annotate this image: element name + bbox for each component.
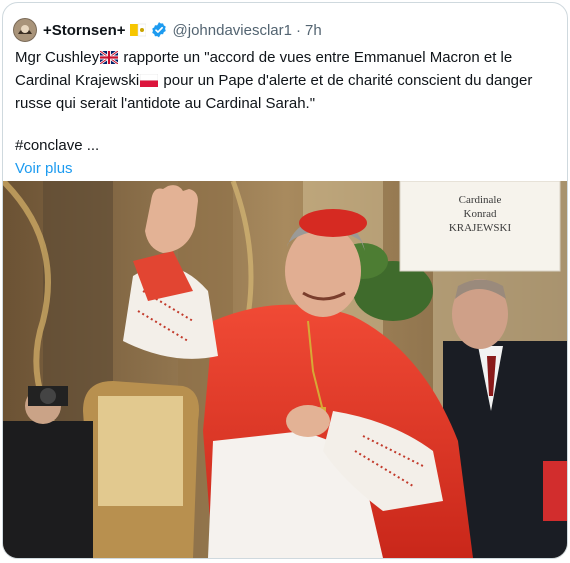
hashtag-line[interactable]: #conclave ...	[15, 135, 555, 156]
sign-line-1: Cardinale	[458, 194, 502, 206]
uk-flag-icon	[99, 49, 119, 70]
avatar[interactable]	[13, 18, 37, 42]
poland-flag-icon	[139, 72, 159, 93]
vatican-flag-icon	[129, 23, 146, 37]
tweet-text: Mgr Cushley rapporte un "accord de vues …	[15, 47, 555, 179]
author-handle[interactable]: @johndaviesclar1	[173, 22, 292, 39]
sign-line-2: Konrad	[463, 208, 497, 220]
dot-separator: ·	[296, 21, 301, 39]
tweet-text-part1: Mgr Cushley	[15, 49, 100, 66]
tweet-header: +Stornsen+ @johndaviesclar1 · 7h	[13, 17, 322, 43]
show-more-link[interactable]: Voir plus	[15, 158, 555, 179]
name-sign: Cardinale Konrad KRAJEWSKI	[400, 193, 560, 235]
author-name[interactable]: +Stornsen+	[43, 22, 126, 39]
sign-line-3: KRAJEWSKI	[448, 222, 512, 234]
verified-badge-icon[interactable]	[150, 21, 168, 39]
tweet-photo[interactable]: Cardinale Konrad KRAJEWSKI	[3, 178, 567, 558]
tweet-time[interactable]: 7h	[305, 22, 322, 39]
tweet-card[interactable]: +Stornsen+ @johndaviesclar1 · 7h Mgr Cus…	[2, 2, 568, 559]
